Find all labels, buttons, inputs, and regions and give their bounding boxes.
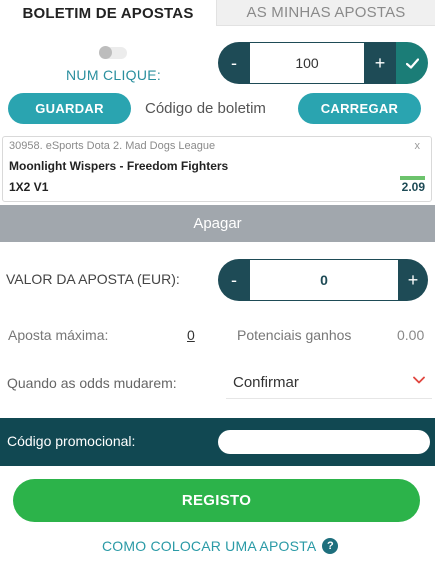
odds-change-selected: Confirmar xyxy=(233,374,299,391)
stake-label: VALOR DA APOSTA (EUR): xyxy=(6,271,180,287)
promo-code-label: Código promocional: xyxy=(7,433,136,449)
stake-decrease-button[interactable]: - xyxy=(218,259,250,301)
betslip-tabs: BOLETIM DE APOSTAS AS MINHAS APOSTAS xyxy=(0,0,435,26)
load-button[interactable]: CARREGAR xyxy=(298,93,421,124)
one-click-label: NUM CLIQUE: xyxy=(66,67,162,83)
clear-button[interactable]: Apagar xyxy=(0,205,435,242)
odds-change-select[interactable]: Confirmar xyxy=(226,367,432,399)
bet-card: 30958. eSports Dota 2. Mad Dogs League x… xyxy=(2,136,432,202)
one-click-toggle[interactable] xyxy=(99,46,127,59)
bet-odds: 2.09 xyxy=(401,180,425,194)
how-to-bet-link[interactable]: COMO COLOCAR UMA APOSTA ? xyxy=(102,538,339,554)
toggle-knob xyxy=(99,46,112,59)
one-click-increase-button[interactable]: + xyxy=(364,42,396,84)
one-click-decrease-button[interactable]: - xyxy=(218,42,250,84)
max-bet-value[interactable]: 0 xyxy=(187,327,195,343)
tab-betslip[interactable]: BOLETIM DE APOSTAS xyxy=(0,0,216,26)
check-icon xyxy=(405,57,419,69)
bet-league: 30958. eSports Dota 2. Mad Dogs League xyxy=(9,140,216,152)
one-click-amount-value[interactable]: 100 xyxy=(250,42,364,84)
odds-change-label: Quando as odds mudarem: xyxy=(7,375,177,391)
how-to-bet-label: COMO COLOCAR UMA APOSTA xyxy=(102,538,317,554)
promo-code-bar: Código promocional: xyxy=(0,418,435,466)
potential-winnings-value: 0.00 xyxy=(397,327,425,343)
potential-winnings-label: Potenciais ganhos xyxy=(237,327,352,343)
save-button[interactable]: GUARDAR xyxy=(8,93,131,124)
tab-my-bets[interactable]: AS MINHAS APOSTAS xyxy=(216,0,435,26)
one-click-confirm-button[interactable] xyxy=(396,42,428,84)
booking-code-label: Código de boletim xyxy=(145,100,266,117)
stake-stepper: - 0 + xyxy=(218,259,428,301)
chevron-down-icon xyxy=(413,376,425,384)
stake-input[interactable]: 0 xyxy=(250,259,398,301)
help-icon: ? xyxy=(322,538,339,554)
one-click-amount-stepper: - 100 + xyxy=(218,42,428,84)
max-bet-label: Aposta máxima: xyxy=(8,327,109,343)
bet-match: Moonlight Wispers - Freedom Fighters xyxy=(9,159,229,173)
register-button[interactable]: REGISTO xyxy=(13,479,420,522)
bet-market: 1X2 V1 xyxy=(9,180,49,194)
stake-increase-button[interactable]: + xyxy=(398,259,428,301)
remove-bet-button[interactable]: x xyxy=(415,140,421,152)
promo-code-input[interactable] xyxy=(218,430,430,454)
